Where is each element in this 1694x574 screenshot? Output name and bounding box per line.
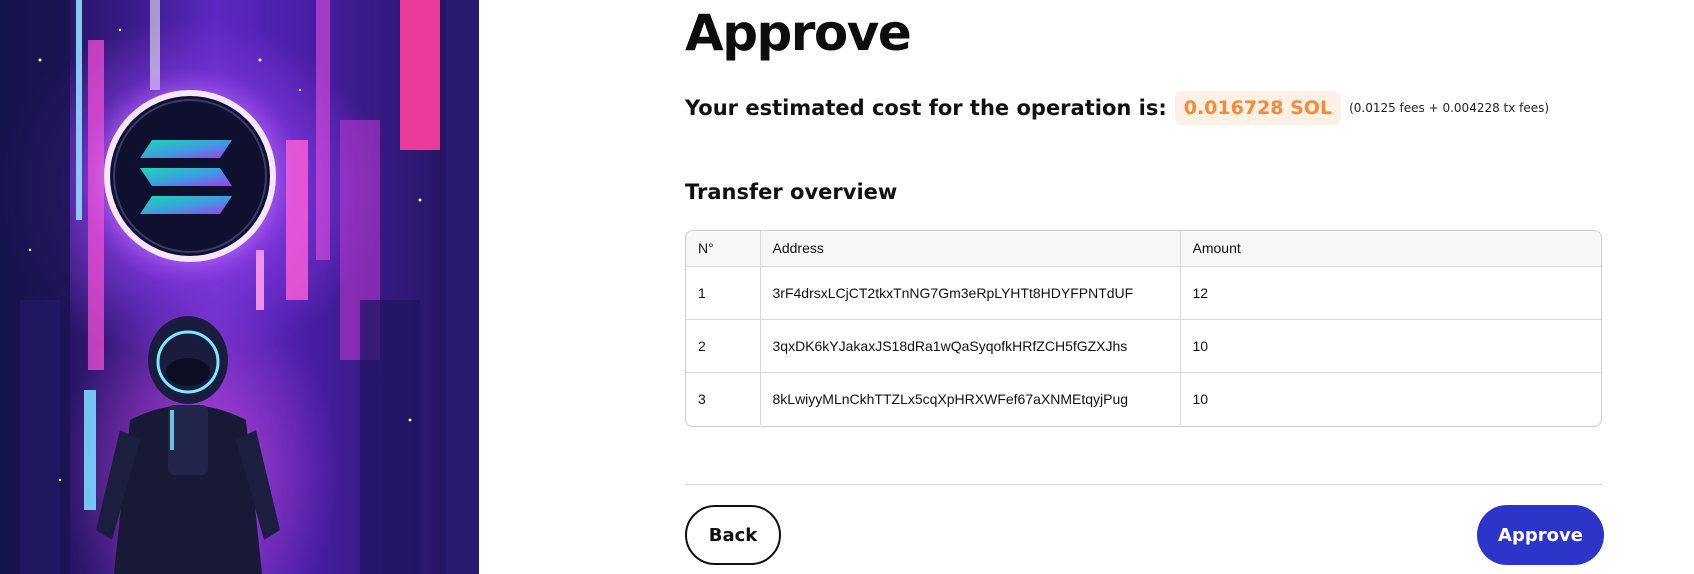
row-address: 8kLwiyyMLnCkhTTZLx5cqXpHRXWFef67aXNMEtqy… (760, 372, 1181, 425)
astronaut-solana-illustration (0, 0, 479, 574)
row-amount: 10 (1180, 319, 1601, 373)
approve-button[interactable]: Approve (1477, 505, 1604, 565)
transfer-table: N° Address Amount 1 3rF4drsxLCjCT2tkxTnN… (685, 230, 1602, 427)
approve-page: Approve Your estimated cost for the oper… (0, 0, 1694, 574)
row-number: 2 (686, 319, 761, 373)
table-header-row: N° Address Amount (686, 231, 1601, 267)
table-row: 2 3qxDK6kYJakaxJS18dRa1wQaSyqofkHRfZCH5f… (686, 319, 1601, 373)
row-amount: 12 (1180, 266, 1601, 320)
column-header-number: N° (686, 231, 761, 267)
table-row: 3 8kLwiyyMLnCkhTTZLx5cqXpHRXWFef67aXNMEt… (686, 372, 1601, 425)
estimated-cost-amount: 0.016728 SOL (1174, 91, 1342, 125)
row-number: 3 (686, 372, 761, 425)
estimated-cost-label: Your estimated cost for the operation is… (685, 96, 1167, 120)
hero-artwork (0, 0, 479, 574)
estimated-cost-row: Your estimated cost for the operation is… (685, 90, 1549, 126)
page-title: Approve (685, 4, 912, 62)
approve-panel: Approve Your estimated cost for the oper… (685, 0, 1604, 574)
transfer-overview-title: Transfer overview (685, 180, 898, 204)
row-address: 3qxDK6kYJakaxJS18dRa1wQaSyqofkHRfZCH5fGZ… (760, 319, 1181, 373)
column-header-amount: Amount (1180, 231, 1601, 267)
row-amount: 10 (1192, 390, 1209, 407)
back-button[interactable]: Back (685, 505, 781, 565)
column-header-address: Address (760, 231, 1181, 267)
row-address: 3rF4drsxLCjCT2tkxTnNG7Gm3eRpLYHTt8HDYFPN… (760, 266, 1181, 320)
table-row: 1 3rF4drsxLCjCT2tkxTnNG7Gm3eRpLYHTt8HDYF… (686, 266, 1601, 320)
row-number: 1 (686, 266, 761, 320)
section-divider (685, 484, 1602, 485)
estimated-cost-breakdown: (0.0125 fees + 0.004228 tx fees) (1349, 101, 1550, 115)
